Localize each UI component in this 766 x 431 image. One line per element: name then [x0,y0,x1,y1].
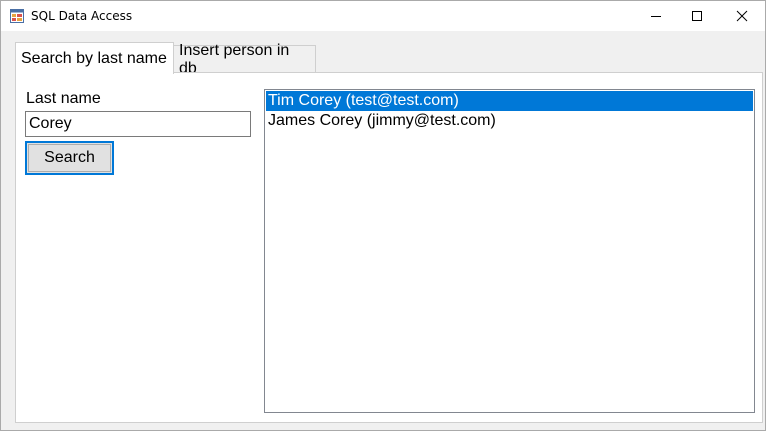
main-window: SQL Data Access Search by last name Inse… [0,0,766,431]
list-item[interactable]: James Corey (jimmy@test.com) [266,111,753,131]
app-icon [10,9,24,23]
last-name-input[interactable] [25,111,251,137]
list-item[interactable]: Tim Corey (test@test.com) [266,91,753,111]
close-icon [736,10,748,22]
last-name-label: Last name [26,90,101,107]
results-listbox[interactable]: Tim Corey (test@test.com) James Corey (j… [264,89,755,413]
tab-search-by-last-name[interactable]: Search by last name [15,42,174,74]
title-bar[interactable]: SQL Data Access [1,1,765,31]
maximize-button[interactable] [674,1,720,31]
minimize-button[interactable] [633,1,679,31]
window-title: SQL Data Access [31,9,133,23]
maximize-icon [692,11,702,21]
minimize-icon [651,16,661,17]
search-button-label: Search [28,144,111,172]
tab-insert-person[interactable]: Insert person in db [173,42,316,77]
close-button[interactable] [719,1,765,31]
search-button[interactable]: Search [25,141,114,175]
